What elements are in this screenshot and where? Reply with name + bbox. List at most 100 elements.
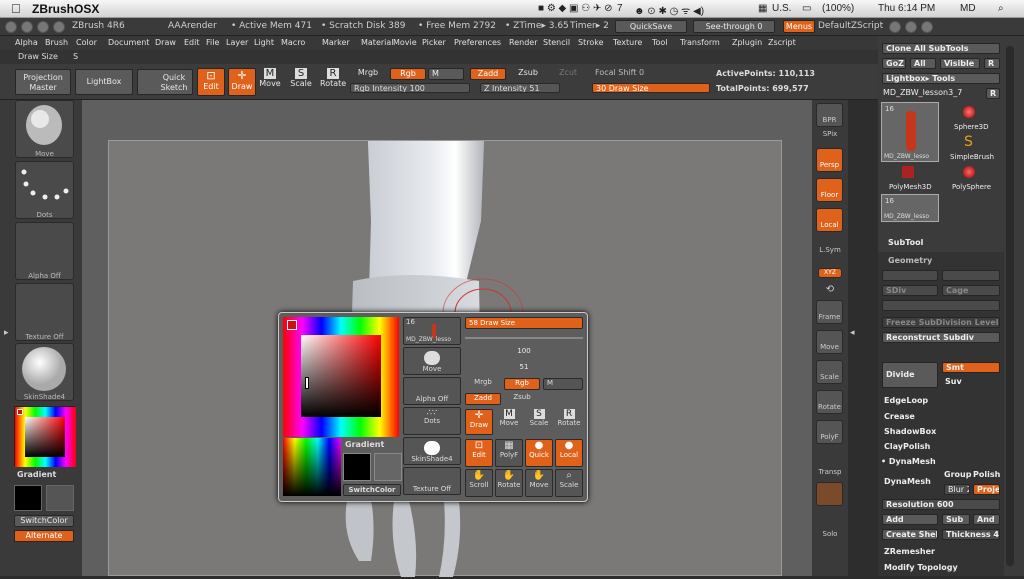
popup-polyf-button[interactable]: ▦ PolyF [495, 439, 523, 467]
main-color-swatch[interactable] [14, 485, 42, 511]
alternate-button[interactable]: Alternate [14, 530, 74, 542]
ghost-button[interactable] [816, 482, 843, 506]
menu-marker[interactable]: Marker [322, 38, 350, 47]
popup-m-button[interactable]: M [543, 378, 583, 390]
popup-texture-thumb[interactable]: Texture Off [403, 467, 461, 495]
app-name[interactable]: ZBrushOSX [32, 2, 99, 16]
popup-scale-button[interactable]: S Scale [525, 409, 553, 435]
popup-local-button[interactable]: ● Local [555, 439, 583, 467]
quicksave-button[interactable]: QuickSave [615, 20, 687, 33]
geometry-header[interactable]: Geometry [888, 256, 932, 265]
r-button[interactable]: R [984, 58, 1000, 69]
popup-edit-button[interactable]: ⊡ Edit [465, 439, 493, 467]
sub-button[interactable]: Sub [942, 514, 970, 525]
popup-z-intensity[interactable]: 51 [465, 362, 583, 374]
reconstruct-subdiv-button[interactable]: Reconstruct Subdiv [882, 332, 1000, 343]
menu-brush[interactable]: Brush [45, 38, 68, 47]
simplebrush-label[interactable]: SimpleBrush [950, 153, 994, 161]
menu-tool[interactable]: Tool [652, 38, 668, 47]
shadowbox-header[interactable]: ShadowBox [884, 427, 936, 436]
lower-res-button[interactable] [882, 270, 938, 281]
rgb-intensity-slider[interactable]: Rgb Intensity 100 [350, 83, 470, 93]
color-picker[interactable] [14, 406, 76, 467]
zsub-button[interactable]: Zsub [510, 68, 546, 80]
menu-extras[interactable]: ☻ ⊙ ✱ ◷ ᯤ ◀) [634, 3, 704, 17]
create-shell-button[interactable]: Create Shel [882, 529, 938, 540]
popup-secondary-color[interactable] [374, 453, 402, 481]
palette-scrollbar[interactable] [1006, 46, 1014, 566]
rstr-button[interactable] [882, 300, 1000, 311]
status-icons[interactable]: ■ ⚙ ◆ ▣ ⚇ ✈ ⊘ [538, 3, 613, 14]
visible-button[interactable]: Visible [940, 58, 980, 69]
frame-button[interactable]: Frame [816, 300, 843, 324]
sdiv-slider[interactable]: SDiv [882, 285, 938, 296]
layout-toggle-icon[interactable] [905, 21, 917, 33]
menu-alpha[interactable]: Alpha [15, 38, 38, 47]
popup-focal-slider[interactable] [465, 337, 583, 339]
popup-rotate-view-button[interactable]: ✋ Rotate [495, 469, 523, 497]
goz-button[interactable]: GoZ [882, 58, 906, 69]
right-tray-arrow-icon[interactable]: ◂ [850, 328, 855, 338]
popup-zsub-button[interactable]: Zsub [504, 393, 540, 405]
popup-tool-thumb[interactable]: 16 MD_ZBW_lesso [403, 317, 461, 345]
draw-button[interactable]: ✛ Draw [228, 68, 256, 96]
menus-button[interactable]: Menus [783, 20, 815, 33]
menu-material[interactable]: Material [361, 38, 394, 47]
popup-color-picker[interactable] [283, 317, 399, 437]
palette-toggle-icon[interactable] [889, 21, 901, 33]
saturation-square[interactable] [301, 335, 381, 417]
cage-button[interactable]: Cage [942, 285, 1000, 296]
popup-move-button[interactable]: M Move [495, 409, 523, 435]
subtool-header[interactable]: SubTool [888, 238, 923, 247]
polyf-button[interactable]: PolyF [816, 420, 843, 444]
edgeloop-header[interactable]: EdgeLoop [884, 396, 928, 405]
persp-button[interactable]: Persp [816, 148, 843, 172]
thickness-slider[interactable]: Thickness 4 [942, 529, 1000, 540]
scale-button[interactable]: S Scale [290, 68, 312, 96]
popup-scroll-button[interactable]: ✋ Scroll [465, 469, 493, 497]
blur-slider[interactable]: Blur 2 [944, 484, 970, 495]
tray-toggle-icon[interactable] [921, 21, 933, 33]
popup-rgb-button[interactable]: Rgb [504, 378, 540, 390]
menu-picker[interactable]: Picker [422, 38, 446, 47]
move-button[interactable]: M Move [259, 68, 281, 96]
local-button[interactable]: Local [816, 208, 843, 232]
clone-all-subtools-button[interactable]: Clone All SubTools [882, 43, 1000, 54]
zremesher-header[interactable]: ZRemesher [884, 547, 935, 556]
all-button[interactable]: All [910, 58, 936, 69]
menu-texture[interactable]: Texture [613, 38, 642, 47]
polish-button[interactable]: Polish [973, 470, 1000, 479]
polymesh3d-icon[interactable] [902, 166, 914, 178]
mrgb-button[interactable]: Mrgb [350, 68, 386, 80]
zcut-button[interactable]: Zcut [550, 68, 586, 80]
menu-transform[interactable]: Transform [680, 38, 720, 47]
and-button[interactable]: And [973, 514, 1000, 525]
menu-draw[interactable]: Draw [155, 38, 176, 47]
lightbox-tools-button[interactable]: Lightbox▸ Tools [882, 73, 1000, 84]
dynamesh-button[interactable]: DynaMesh [884, 477, 931, 486]
menu-zscript[interactable]: Zscript [768, 38, 796, 47]
flag-icon[interactable]: ▦ [758, 3, 767, 14]
tool-r-button[interactable]: R [986, 88, 1000, 99]
sphere3d-label[interactable]: Sphere3D [954, 123, 989, 131]
popup-stroke-thumb[interactable]: ∴∵ Dots [403, 407, 461, 435]
menu-zplugin[interactable]: Zplugin [732, 38, 762, 47]
modify-topology-header[interactable]: Modify Topology [884, 563, 958, 572]
input-source[interactable]: U.S. [772, 3, 791, 14]
menu-color[interactable]: Color [76, 38, 97, 47]
popup-rotate-button[interactable]: R Rotate [555, 409, 583, 435]
resolution-slider[interactable]: Resolution 600 [882, 499, 1000, 510]
popup-switchcolor-button[interactable]: SwitchColor [343, 484, 401, 496]
zoom-window-icon[interactable] [37, 21, 49, 33]
popup-main-color[interactable] [343, 453, 371, 481]
menu-render[interactable]: Render [509, 38, 537, 47]
crease-header[interactable]: Crease [884, 412, 915, 421]
sphere3d-icon[interactable] [963, 106, 975, 118]
popup-brush-thumb[interactable]: Move [403, 347, 461, 375]
suv-button[interactable]: Suv [942, 377, 1000, 388]
add-button[interactable]: Add [882, 514, 938, 525]
smt-button[interactable]: Smt [942, 362, 1000, 373]
popup-scale-view-button[interactable]: ⌕ Scale [555, 469, 583, 497]
menu-edit[interactable]: Edit [184, 38, 200, 47]
help-window-icon[interactable] [53, 21, 65, 33]
